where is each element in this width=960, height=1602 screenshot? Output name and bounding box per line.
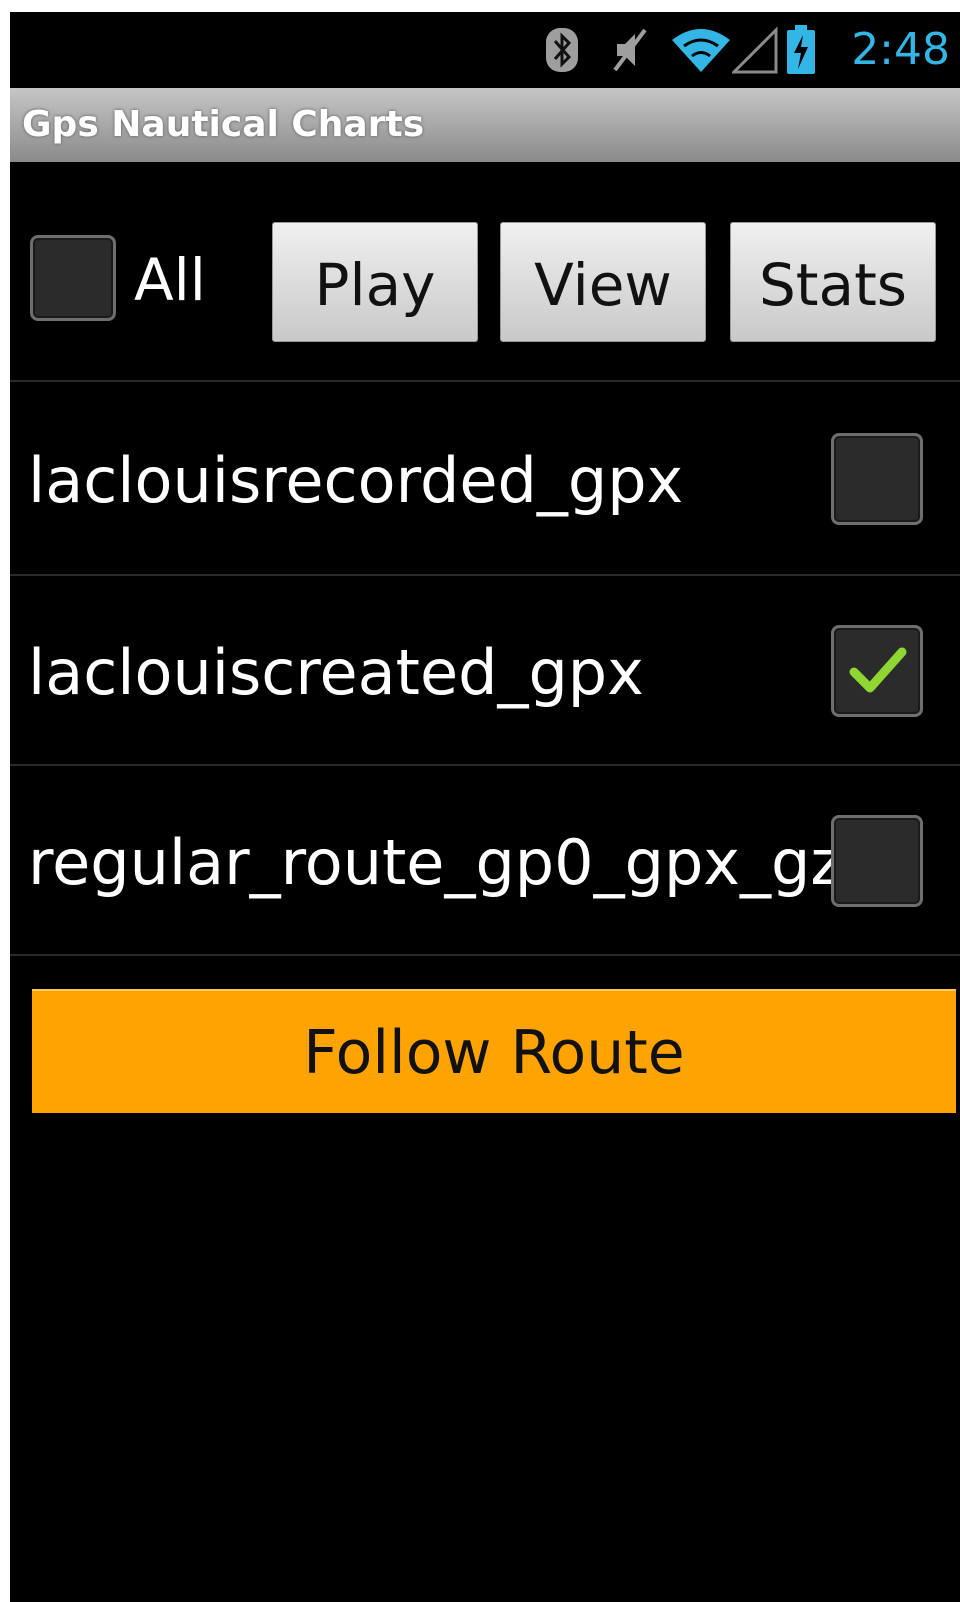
checkmark-icon	[849, 647, 907, 693]
route-checkbox[interactable]	[831, 815, 923, 907]
follow-route-button[interactable]: Follow Route	[32, 989, 956, 1113]
divider	[10, 574, 960, 576]
wifi-icon	[670, 26, 732, 74]
view-button[interactable]: View	[500, 222, 706, 342]
divider	[10, 954, 960, 956]
app-title: Gps Nautical Charts	[22, 104, 425, 145]
divider	[10, 380, 960, 382]
bluetooth-icon	[542, 26, 582, 74]
select-all-checkbox[interactable]	[30, 235, 116, 321]
play-button[interactable]: Play	[272, 222, 478, 342]
mute-icon	[610, 26, 650, 74]
route-checkbox[interactable]	[831, 625, 923, 717]
status-clock: 2:48	[851, 24, 950, 75]
route-name: regular_route_gp0_gpx_gz	[28, 826, 843, 899]
stats-button[interactable]: Stats	[730, 222, 936, 342]
route-checkbox[interactable]	[831, 433, 923, 525]
route-name: laclouisrecorded_gpx	[28, 444, 684, 517]
app-title-bar: Gps Nautical Charts	[10, 88, 960, 162]
select-all-label: All	[134, 246, 206, 314]
divider	[10, 764, 960, 766]
status-bar: 2:48	[10, 12, 960, 88]
battery-charging-icon	[786, 25, 816, 74]
phone-screen: 2:48 Gps Nautical Charts All Play View S…	[10, 12, 960, 1602]
cell-signal-icon	[732, 26, 778, 74]
route-name: laclouiscreated_gpx	[28, 636, 644, 709]
